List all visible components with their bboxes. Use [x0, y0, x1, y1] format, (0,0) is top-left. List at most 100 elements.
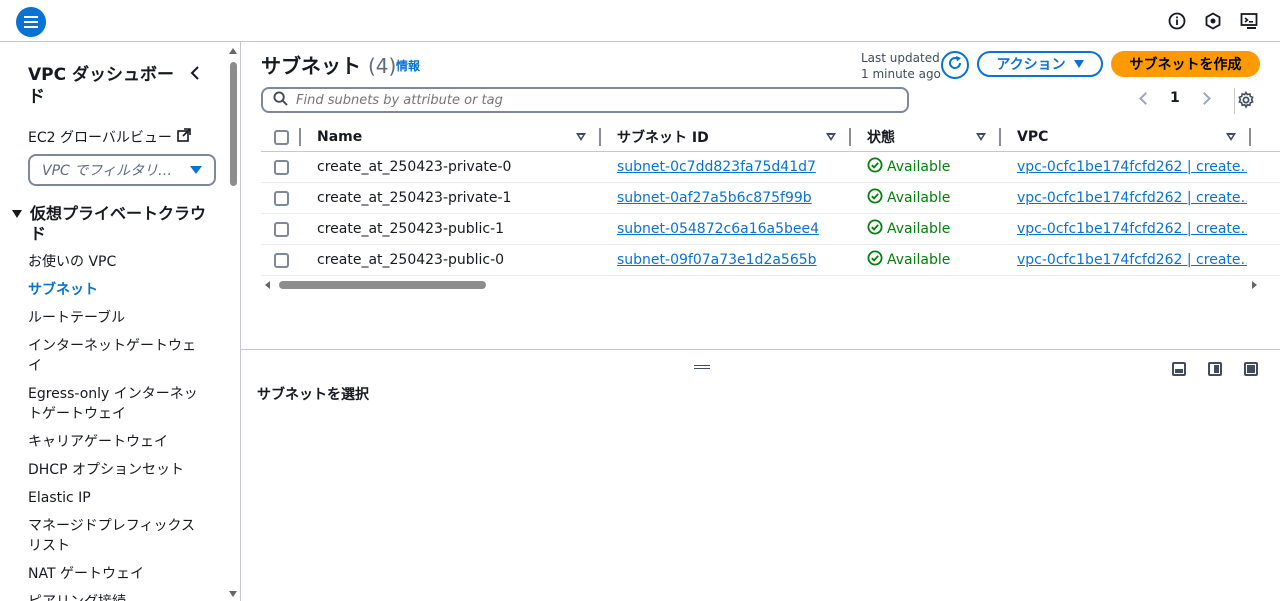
page-title: サブネット (4)	[261, 54, 397, 78]
status-badge: Available	[867, 214, 987, 244]
subnet-id-link[interactable]: subnet-0af27a5b6c875f99b	[617, 183, 842, 213]
vpc-link[interactable]: vpc-0cfc1be174fcfd262 | create…	[1017, 152, 1247, 182]
table-horizontal-scrollbar[interactable]	[261, 278, 1261, 292]
select-all-checkbox[interactable]	[274, 130, 289, 145]
info-icon[interactable]	[1168, 12, 1186, 30]
row-checkbox[interactable]	[274, 191, 289, 206]
sidebar-item[interactable]: インターネットゲートウェイ	[28, 336, 208, 376]
sidebar-item[interactable]: キャリアゲートウェイ	[28, 432, 208, 452]
collapse-sidebar-icon[interactable]	[186, 64, 204, 82]
column-header-state[interactable]: 状態	[867, 122, 895, 151]
subnet-id-link[interactable]: subnet-09f07a73e1d2a565b	[617, 245, 842, 275]
check-circle-icon	[867, 157, 883, 177]
scrollbar-thumb[interactable]	[230, 62, 237, 186]
subnet-name: create_at_250423-private-1	[317, 190, 512, 206]
search-input[interactable]	[296, 92, 856, 108]
check-circle-icon	[867, 219, 883, 239]
sidebar-item[interactable]: ルートテーブル	[28, 308, 208, 328]
column-divider[interactable]	[299, 128, 301, 146]
sidebar-item[interactable]: DHCP オプションセット	[28, 460, 208, 480]
search-bar[interactable]	[261, 87, 909, 113]
sidebar: VPC ダッシュボード EC2 グローバルビュー VPC でフィルタリ… 仮想プ…	[0, 42, 241, 601]
caret-down-icon	[1073, 60, 1084, 68]
subnets-table: Name サブネット ID 状態 VPC create_at_250423-pr…	[261, 122, 1280, 276]
sort-icon[interactable]	[576, 133, 586, 141]
sort-icon[interactable]	[1226, 133, 1236, 141]
subnet-id-link[interactable]: subnet-0c7dd823fa75d41d7	[617, 152, 842, 182]
status-badge: Available	[867, 152, 987, 182]
row-checkbox[interactable]	[274, 160, 289, 175]
subnet-name: create_at_250423-public-1	[317, 221, 505, 237]
subnet-count: (4)	[367, 54, 397, 78]
scroll-right-icon[interactable]	[1252, 281, 1257, 289]
panel-bottom-icon[interactable]	[1172, 362, 1186, 376]
column-header-name[interactable]: Name	[317, 122, 362, 151]
split-panel: サブネットを選択	[241, 349, 1280, 601]
sidebar-item[interactable]: サブネット	[28, 280, 208, 300]
column-divider[interactable]	[849, 128, 851, 146]
sidebar-scrollbar[interactable]	[228, 46, 238, 599]
table-body: create_at_250423-private-0 subnet-0c7dd82…	[261, 152, 1280, 276]
sidebar-item[interactable]: Egress-only インターネットゲートウェイ	[28, 384, 208, 424]
scrollbar-thumb[interactable]	[279, 281, 486, 289]
subnet-name: create_at_250423-public-0	[317, 252, 505, 268]
table-row[interactable]: create_at_250423-public-1 subnet-054872c6…	[261, 214, 1280, 245]
external-link-icon	[177, 128, 191, 146]
sidebar-item[interactable]: Elastic IP	[28, 488, 208, 508]
subnet-name: create_at_250423-private-0	[317, 159, 512, 175]
last-updated: Last updated 1 minute ago	[861, 51, 941, 81]
sidebar-item[interactable]: NAT ゲートウェイ	[28, 564, 208, 584]
status-badge: Available	[867, 183, 987, 213]
sidebar-title[interactable]: VPC ダッシュボード	[28, 64, 178, 108]
sidebar-item[interactable]: ピアリング接続	[28, 592, 208, 601]
panel-side-icon[interactable]	[1208, 362, 1222, 376]
column-header-vpc[interactable]: VPC	[1017, 122, 1048, 151]
row-checkbox[interactable]	[274, 253, 289, 268]
top-bar	[0, 0, 1280, 42]
column-divider[interactable]	[599, 128, 601, 146]
previous-page-icon[interactable]	[1139, 91, 1152, 105]
next-page-icon[interactable]	[1197, 91, 1211, 105]
row-checkbox[interactable]	[274, 222, 289, 237]
vpc-link[interactable]: vpc-0cfc1be174fcfd262 | create…	[1017, 214, 1247, 244]
sidebar-item[interactable]: マネージドプレフィックスリスト	[28, 516, 208, 556]
divider	[1234, 88, 1235, 114]
scroll-up-icon[interactable]	[229, 48, 237, 54]
split-panel-title: サブネットを選択	[257, 387, 369, 403]
notifications-icon[interactable]	[1204, 12, 1222, 30]
actions-button[interactable]: アクション	[977, 51, 1103, 77]
sidebar-nav: お使いの VPC サブネットルートテーブルインターネットゲートウェイ Egress-…	[28, 252, 208, 601]
check-circle-icon	[867, 188, 883, 208]
resize-handle-icon[interactable]	[694, 365, 710, 369]
create-subnet-button[interactable]: サブネットを作成	[1111, 51, 1260, 77]
scroll-left-icon[interactable]	[265, 281, 270, 289]
vpc-link[interactable]: vpc-0cfc1be174fcfd262 | create…	[1017, 245, 1247, 275]
check-circle-icon	[867, 250, 883, 270]
info-link[interactable]: 情報	[396, 57, 420, 74]
page-number[interactable]: 1	[1170, 90, 1180, 106]
table-row[interactable]: create_at_250423-private-1 subnet-0af27a5…	[261, 183, 1280, 214]
refresh-icon	[947, 55, 963, 75]
vpc-filter-select[interactable]: VPC でフィルタリ…	[28, 154, 216, 186]
vpc-link[interactable]: vpc-0cfc1be174fcfd262 | create…	[1017, 183, 1247, 213]
caret-down-icon	[190, 166, 202, 174]
table-header: Name サブネット ID 状態 VPC	[261, 122, 1280, 152]
column-divider[interactable]	[999, 128, 1001, 146]
menu-icon[interactable]	[16, 7, 46, 37]
refresh-button[interactable]	[941, 51, 969, 79]
cloudshell-icon[interactable]	[1240, 12, 1258, 30]
column-divider[interactable]	[1249, 128, 1251, 146]
sidebar-ec2-global-view[interactable]: EC2 グローバルビュー	[28, 127, 191, 147]
scroll-down-icon[interactable]	[229, 591, 237, 597]
sort-icon[interactable]	[976, 133, 986, 141]
sort-icon[interactable]	[826, 133, 836, 141]
table-row[interactable]: create_at_250423-public-0 subnet-09f07a73…	[261, 245, 1280, 276]
table-row[interactable]: create_at_250423-private-0 subnet-0c7dd82…	[261, 152, 1280, 183]
column-header-subnet-id[interactable]: サブネット ID	[617, 122, 709, 151]
sidebar-item[interactable]: お使いの VPC	[28, 252, 208, 272]
subnet-id-link[interactable]: subnet-054872c6a16a5bee4	[617, 214, 842, 244]
gear-icon[interactable]	[1237, 90, 1255, 109]
sidebar-section-vpc[interactable]: 仮想プライベートクラウド	[10, 204, 210, 244]
panel-full-icon[interactable]	[1244, 362, 1258, 376]
search-icon	[273, 90, 288, 110]
